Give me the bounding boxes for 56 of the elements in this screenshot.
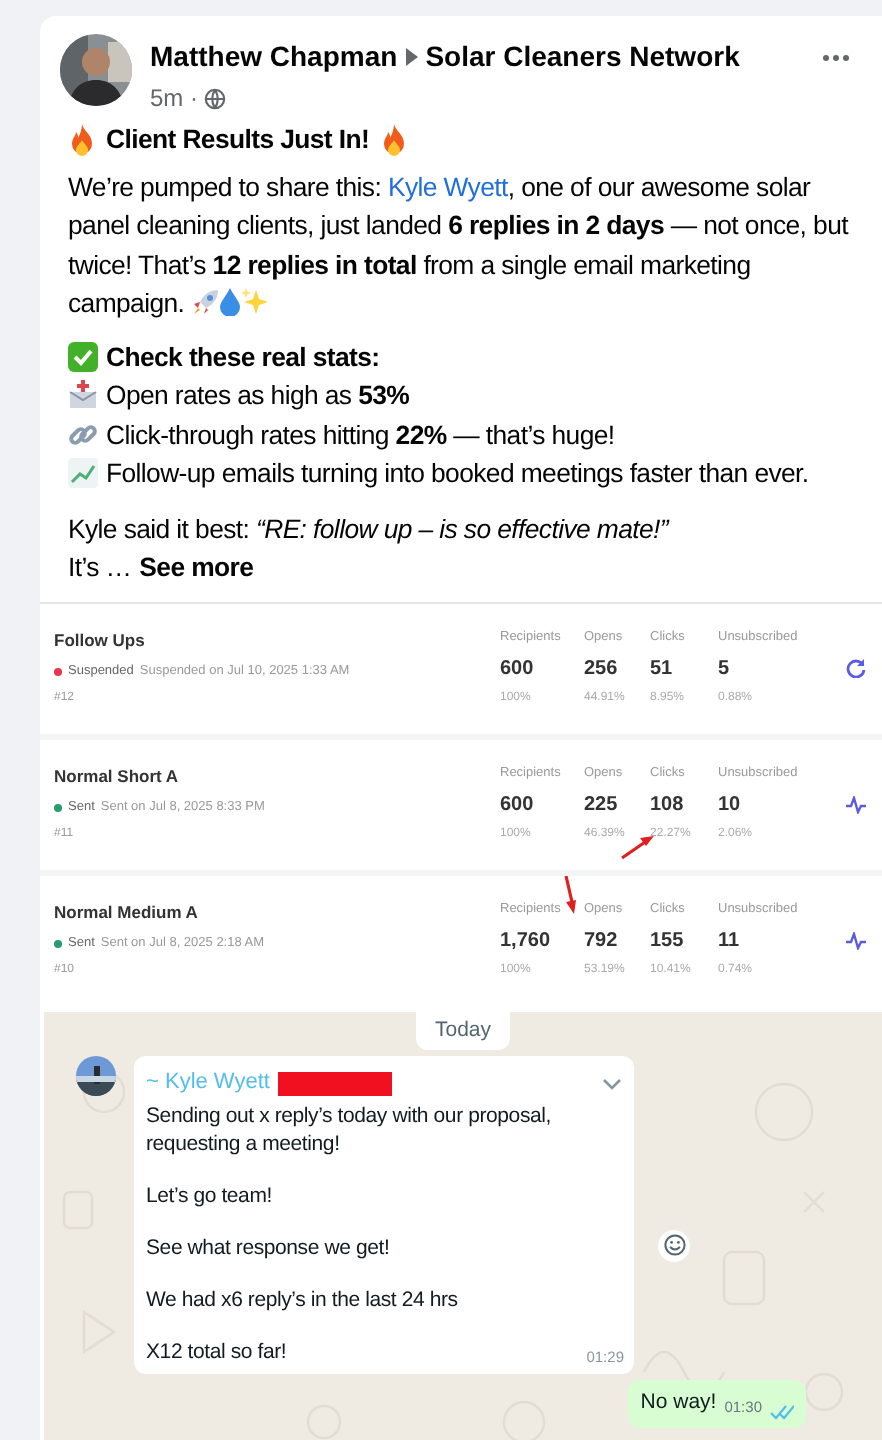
message-text: Sending out x reply’s today with our proposal, requesting a meeting! (146, 1101, 553, 1158)
reply-text: No way! (640, 1387, 717, 1418)
fire-icon (68, 123, 96, 156)
message-text: We had x6 reply’s in the last 24 hrs (146, 1285, 458, 1314)
campaign-name: Normal Short A (54, 764, 181, 790)
more-options-icon[interactable] (822, 54, 850, 62)
stat-value: 155 (650, 928, 686, 957)
message-text: X12 total so far! (146, 1337, 287, 1366)
stats-heading: Check these real stats: (106, 339, 380, 375)
truncated-text: It’s … (68, 550, 132, 586)
author-link[interactable]: Matthew Chapman (150, 36, 398, 78)
stat-value: 108 (650, 792, 686, 821)
stat-value: 256 (584, 656, 620, 685)
checkmark-icon (68, 341, 98, 372)
activity-icon[interactable] (846, 795, 866, 813)
see-more-link[interactable]: See more (139, 548, 254, 587)
stat-value: 10 (718, 792, 743, 821)
annotation-arrow (620, 833, 656, 859)
stat-value: 51 (650, 656, 675, 685)
post-paragraph: We’re pumped to share this: Kyle Wyett, one of our awesome solar panel cleaning clients, just landed 6 replies in 2 days — not once, but twice! That’s 12 replies in total from a single email marketing campaign. (68, 169, 851, 322)
stat-value: 600 (500, 792, 536, 821)
message-text: See what response we get! (146, 1233, 390, 1262)
link-icon (68, 419, 98, 450)
react-button[interactable] (658, 1229, 690, 1261)
campaign-name: Follow Ups (54, 628, 147, 654)
fire-icon (379, 123, 408, 156)
annotation-arrow (562, 875, 580, 915)
caret-icon (405, 48, 418, 66)
group-link[interactable]: Solar Cleaners Network (425, 36, 740, 78)
stat-line: Follow-up emails turning into booked meetings faster than ever. (106, 456, 809, 492)
message-text: Let’s go team! (146, 1181, 272, 1210)
emoji-icon (663, 1234, 685, 1256)
stat-line: Click-through rates hitting 22% — that’s huge! (106, 417, 615, 454)
refresh-icon[interactable] (846, 658, 866, 678)
sender-name: ~ Kyle Wyett (146, 1068, 270, 1099)
stat-line: Open rates as high as 53% (106, 378, 410, 414)
stat-value: 5 (718, 656, 732, 685)
activity-icon[interactable] (846, 931, 866, 949)
quote-line: Kyle said it best: “RE: follow up – is so effective mate!” (68, 511, 672, 548)
rocket-icon (191, 288, 220, 316)
post-title: Client Results Just In! (106, 122, 370, 158)
chevron-down-icon[interactable] (602, 1077, 622, 1089)
stat-value: 11 (718, 928, 742, 957)
stat-value: 225 (584, 792, 620, 821)
stat-value: 792 (584, 928, 620, 957)
globe-icon (204, 87, 226, 109)
chart-increasing-icon (68, 458, 98, 489)
campaign-name: Normal Medium A (54, 900, 200, 926)
sparkles-icon (239, 288, 268, 316)
stat-value: 600 (500, 656, 536, 685)
mailbox-icon (68, 380, 98, 411)
redaction-bar (277, 1071, 392, 1095)
stat-value: 1,760 (500, 928, 553, 957)
droplet-icon (219, 288, 240, 316)
post-time: 5m · (150, 82, 198, 116)
profile-link[interactable]: Kyle Wyett (387, 171, 508, 201)
